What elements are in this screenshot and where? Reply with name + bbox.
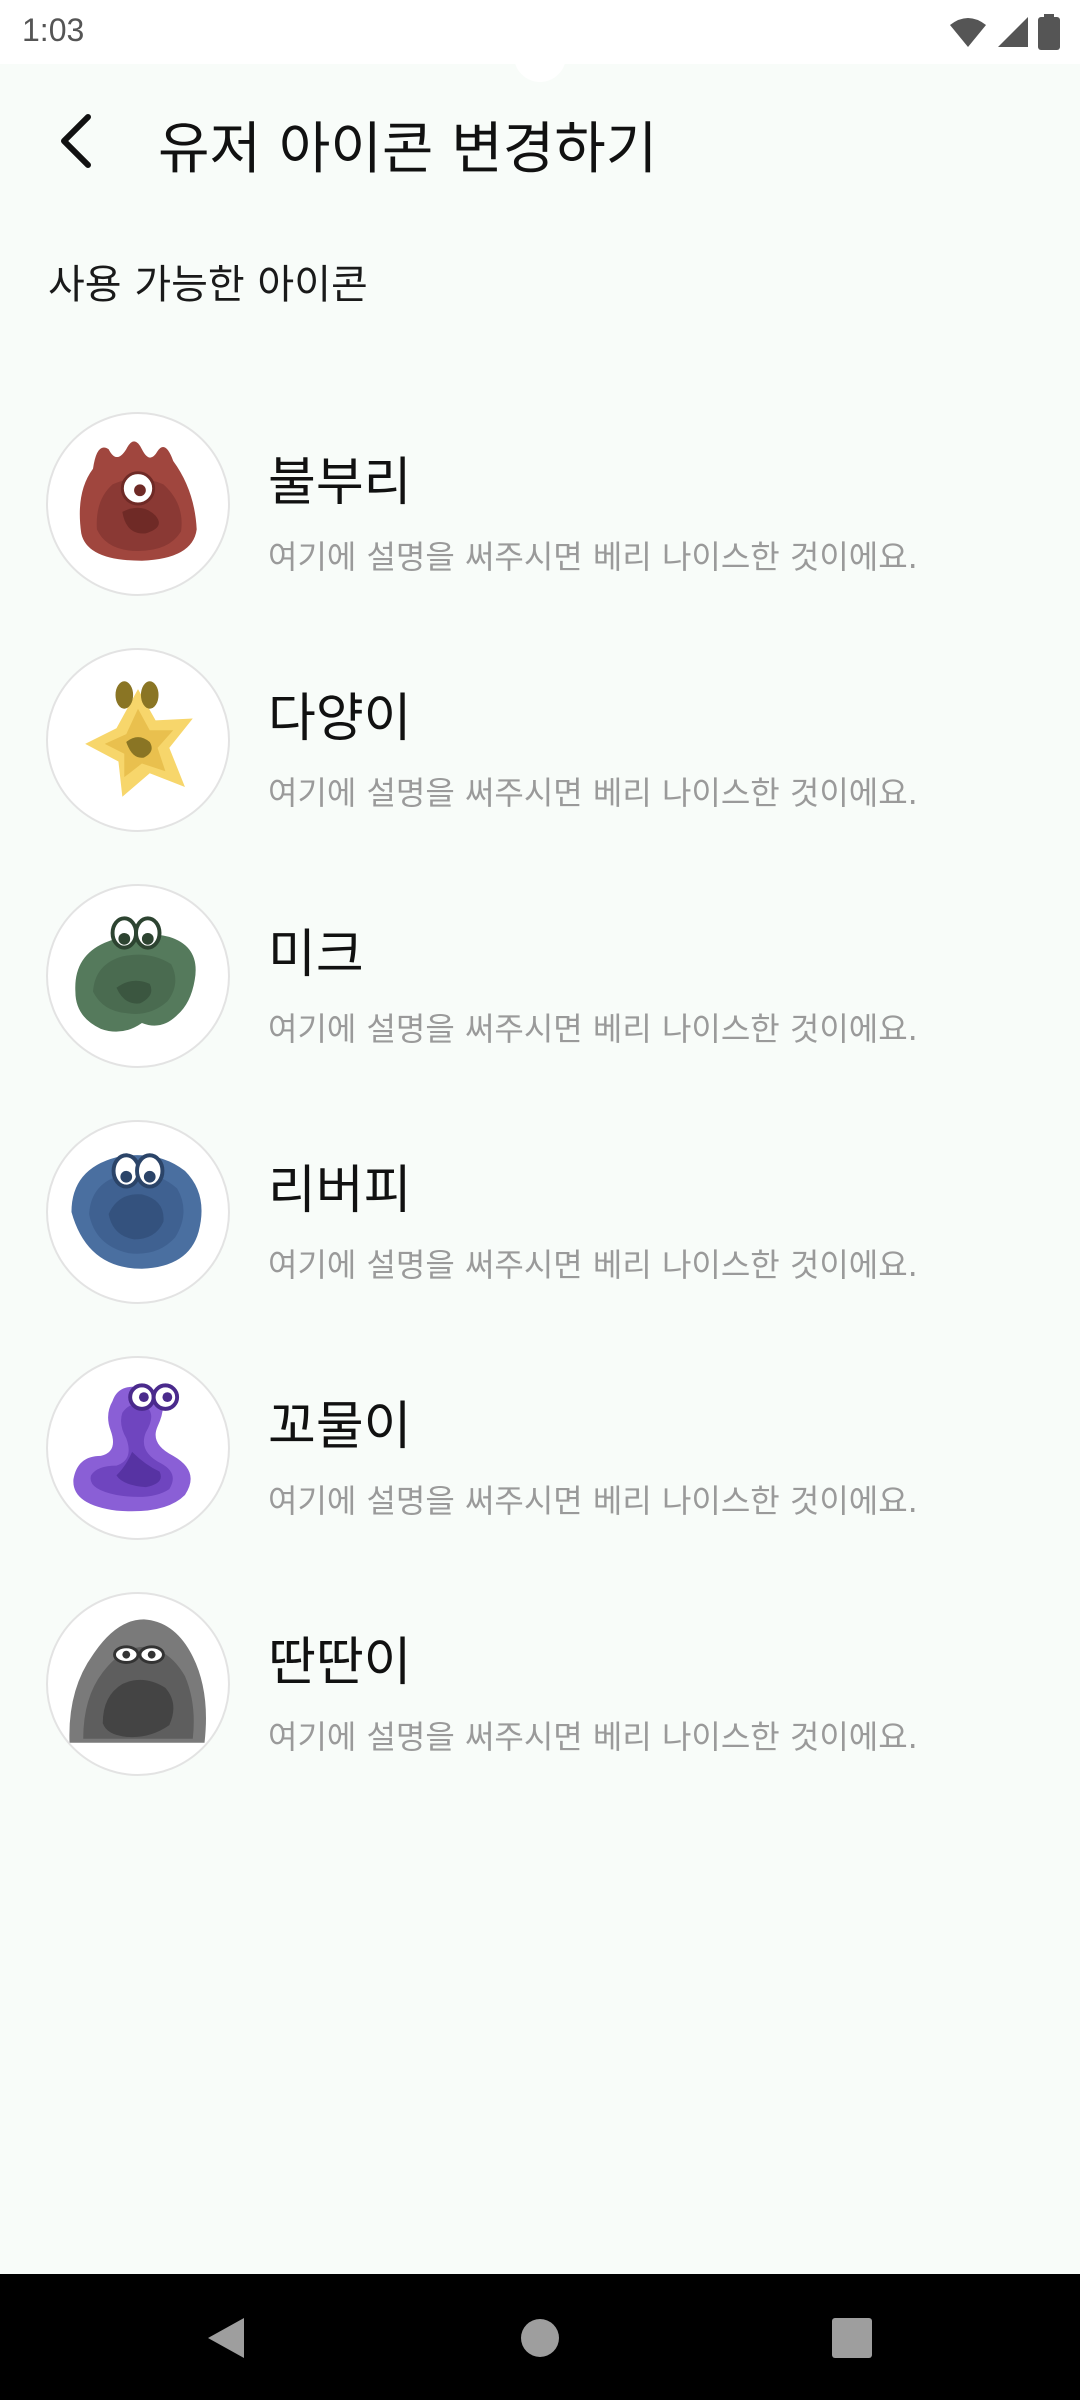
status-time: 1:03 [22,12,85,48]
item-description: 여기에 설명을 써주시면 베리 나이스한 것이에요. [268,1718,918,1756]
purple-worm-character-icon [73,1383,191,1512]
red-blob-character-icon [79,441,197,561]
avatar [46,648,230,832]
yellow-star-character-icon [85,681,193,797]
item-description: 여기에 설명을 써주시면 베리 나이스한 것이에요. [268,1010,918,1048]
icon-item-mike[interactable]: 미크 여기에 설명을 써주시면 베리 나이스한 것이에요. [0,884,1080,1120]
home-circle-icon [521,2319,559,2357]
nav-home-button[interactable] [510,2308,570,2368]
header: 유저 아이콘 변경하기 [0,64,1080,214]
nav-recents-button[interactable] [822,2308,882,2368]
battery-icon [1038,14,1060,50]
icon-item-dayangi[interactable]: 다양이 여기에 설명을 써주시면 베리 나이스한 것이에요. [0,648,1080,884]
item-name: 불부리 [268,453,412,513]
icon-list: 불부리 여기에 설명을 써주시면 베리 나이스한 것이에요. 다양이 여기에 설… [0,412,1080,1828]
icon-item-bulburi[interactable]: 불부리 여기에 설명을 써주시면 베리 나이스한 것이에요. [0,412,1080,648]
chevron-left-icon [61,114,91,168]
green-blob-character-icon [75,916,196,1032]
avatar [46,1592,230,1776]
page-title: 유저 아이콘 변경하기 [158,117,658,182]
icon-item-riberpi[interactable]: 리버피 여기에 설명을 써주시면 베리 나이스한 것이에요. [0,1120,1080,1356]
item-name: 미크 [268,925,364,985]
section-label: 사용 가능한 아이콘 [48,262,368,308]
avatar [46,412,230,596]
status-icons [948,12,1060,52]
item-name: 딴딴이 [268,1633,412,1693]
gray-rock-character-icon [69,1619,206,1743]
item-name: 리버피 [268,1161,412,1221]
navigation-bar [0,2274,1080,2400]
blue-blob-character-icon [71,1153,202,1269]
signal-icon [998,17,1028,47]
avatar [46,1120,230,1304]
item-description: 여기에 설명을 써주시면 베리 나이스한 것이에요. [268,1482,918,1520]
item-description: 여기에 설명을 써주시면 베리 나이스한 것이에요. [268,1246,918,1284]
item-name: 다양이 [268,689,412,749]
recents-square-icon [832,2318,872,2358]
avatar [46,884,230,1068]
item-description: 여기에 설명을 써주시면 베리 나이스한 것이에요. [268,774,918,812]
back-button[interactable] [44,106,108,176]
icon-item-ttanttani[interactable]: 딴딴이 여기에 설명을 써주시면 베리 나이스한 것이에요. [0,1592,1080,1828]
avatar [46,1356,230,1540]
item-name: 꼬물이 [268,1397,412,1457]
back-triangle-icon [208,2318,244,2358]
icon-item-kkomuri[interactable]: 꼬물이 여기에 설명을 써주시면 베리 나이스한 것이에요. [0,1356,1080,1592]
wifi-icon [950,18,986,47]
nav-back-button[interactable] [196,2308,256,2368]
item-description: 여기에 설명을 써주시면 베리 나이스한 것이에요. [268,538,918,576]
